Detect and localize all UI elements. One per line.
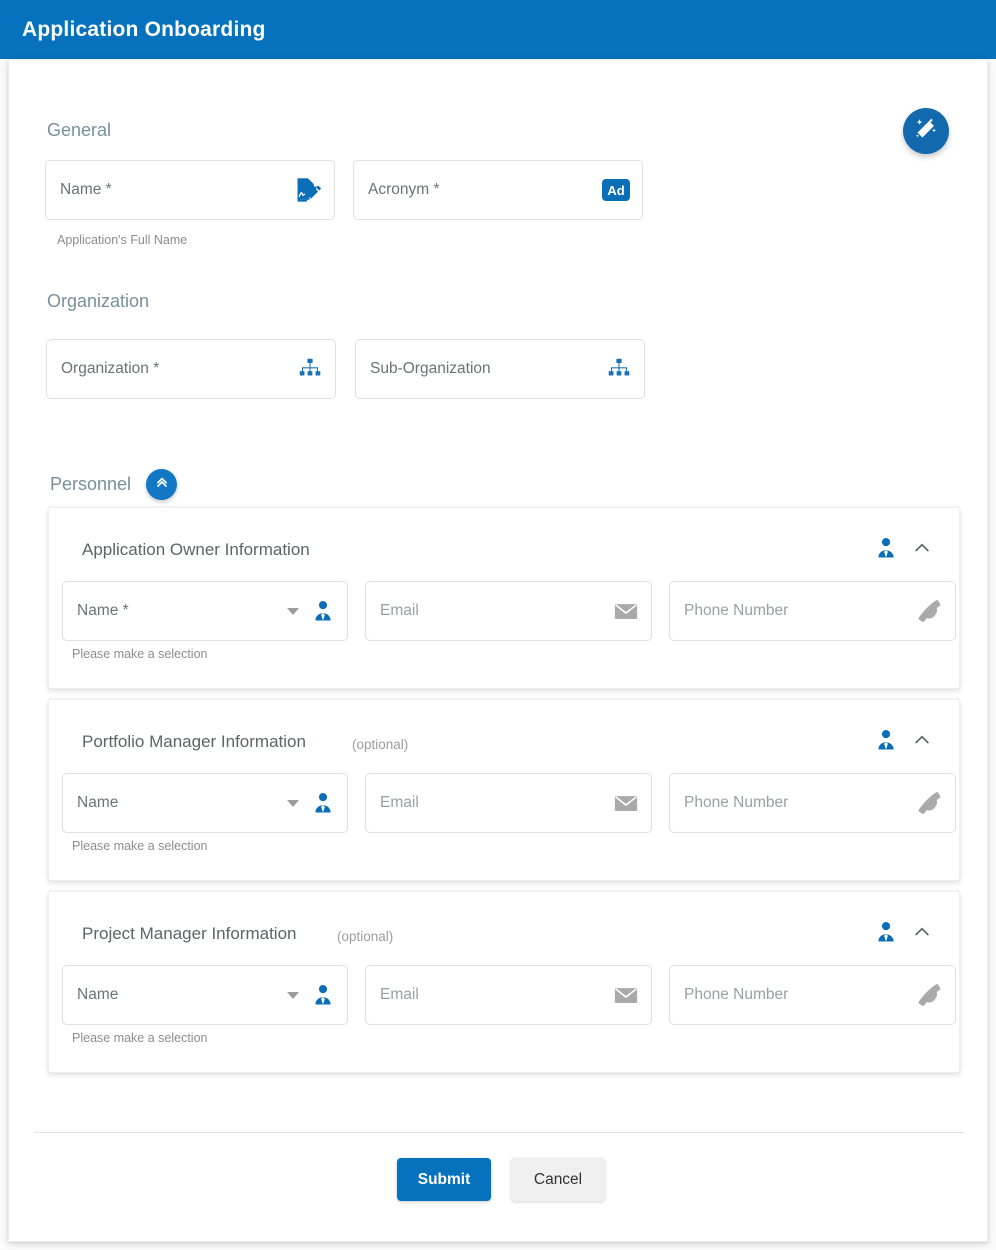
business-person-icon <box>874 728 898 757</box>
personnel-collapse-toggle[interactable] <box>146 469 177 500</box>
magic-wand-fab[interactable] <box>903 108 949 154</box>
project-name-select[interactable]: Name <box>62 965 348 1025</box>
project-phone-input[interactable]: Phone Number <box>669 965 956 1025</box>
org-chart-icon <box>297 356 323 382</box>
ad-badge-text: Ad <box>602 179 630 201</box>
personnel-card-project-manager: Project Manager Information (optional) N… <box>48 891 960 1073</box>
dropdown-caret-icon <box>287 991 299 999</box>
project-email-placeholder: Email <box>380 986 419 1003</box>
cancel-button[interactable]: Cancel <box>511 1158 605 1201</box>
owner-name-label: Name * <box>77 602 129 619</box>
phone-icon <box>917 598 943 624</box>
owner-name-select[interactable]: Name * <box>62 581 348 641</box>
app-header: Application Onboarding <box>0 0 996 59</box>
owner-email-placeholder: Email <box>380 602 419 619</box>
organization-field[interactable]: Organization * <box>46 339 336 399</box>
general-helper-text: Application's Full Name <box>57 233 188 247</box>
chevron-up-icon[interactable] <box>912 730 932 755</box>
phone-icon <box>917 982 943 1008</box>
portfolio-phone-input[interactable]: Phone Number <box>669 773 956 833</box>
envelope-icon <box>613 598 639 624</box>
sub-organization-field[interactable]: Sub-Organization <box>355 339 645 399</box>
envelope-icon <box>613 982 639 1008</box>
signature-document-icon <box>294 176 322 204</box>
personnel-card-application-owner: Application Owner Information Name * Ema… <box>48 507 960 689</box>
card-actions <box>874 728 932 757</box>
phone-icon <box>917 790 943 816</box>
owner-phone-input[interactable]: Phone Number <box>669 581 956 641</box>
org-chart-icon <box>606 356 632 382</box>
acronym-field[interactable]: Acronym * Ad <box>353 160 643 220</box>
portfolio-name-select[interactable]: Name <box>62 773 348 833</box>
magic-wand-icon <box>913 116 939 147</box>
dropdown-caret-icon <box>287 799 299 807</box>
application-onboarding-page: Application Onboarding General Name * Ac… <box>0 0 996 1250</box>
form-card: General Name * Acronym * Ad Application'… <box>8 59 988 1242</box>
business-person-icon <box>874 920 898 949</box>
owner-email-input[interactable]: Email <box>365 581 652 641</box>
card-title: Project Manager Information <box>82 924 297 943</box>
card-optional-tag: (optional) <box>352 737 409 752</box>
name-field[interactable]: Name * <box>45 160 335 220</box>
general-section-heading: General <box>47 120 112 140</box>
project-email-input[interactable]: Email <box>365 965 652 1025</box>
organization-section-heading: Organization <box>47 291 150 311</box>
card-optional-tag: (optional) <box>337 929 394 944</box>
portfolio-email-placeholder: Email <box>380 794 419 811</box>
dropdown-caret-icon <box>287 607 299 615</box>
name-field-label: Name * <box>60 181 112 198</box>
project-helper-text: Please make a selection <box>72 1031 208 1045</box>
card-title: Portfolio Manager Information <box>82 732 306 751</box>
project-phone-placeholder: Phone Number <box>684 986 789 1003</box>
personnel-section-heading: Personnel <box>50 474 132 494</box>
card-actions <box>874 536 932 565</box>
submit-button[interactable]: Submit <box>397 1158 491 1201</box>
portfolio-name-label: Name <box>77 794 119 811</box>
portfolio-email-input[interactable]: Email <box>365 773 652 833</box>
owner-helper-text: Please make a selection <box>72 647 208 661</box>
chevron-up-icon[interactable] <box>912 922 932 947</box>
page-title: Application Onboarding <box>22 17 266 41</box>
card-title: Application Owner Information <box>82 540 310 559</box>
business-person-icon <box>311 599 335 623</box>
footer-divider <box>34 1132 964 1133</box>
business-person-icon <box>311 791 335 815</box>
ad-badge-icon: Ad <box>602 179 630 201</box>
business-person-icon <box>311 983 335 1007</box>
chevron-up-icon[interactable] <box>912 538 932 563</box>
project-name-label: Name <box>77 986 119 1003</box>
personnel-card-portfolio-manager: Portfolio Manager Information (optional) <box>48 699 960 881</box>
sub-organization-field-label: Sub-Organization <box>370 360 491 377</box>
portfolio-helper-text: Please make a selection <box>72 839 208 853</box>
organization-field-label: Organization * <box>61 360 160 377</box>
double-chevron-up-icon <box>154 474 170 495</box>
portfolio-phone-placeholder: Phone Number <box>684 794 789 811</box>
owner-phone-placeholder: Phone Number <box>684 602 789 619</box>
business-person-icon <box>874 536 898 565</box>
acronym-field-label: Acronym * <box>368 181 440 198</box>
envelope-icon <box>613 790 639 816</box>
card-actions <box>874 920 932 949</box>
